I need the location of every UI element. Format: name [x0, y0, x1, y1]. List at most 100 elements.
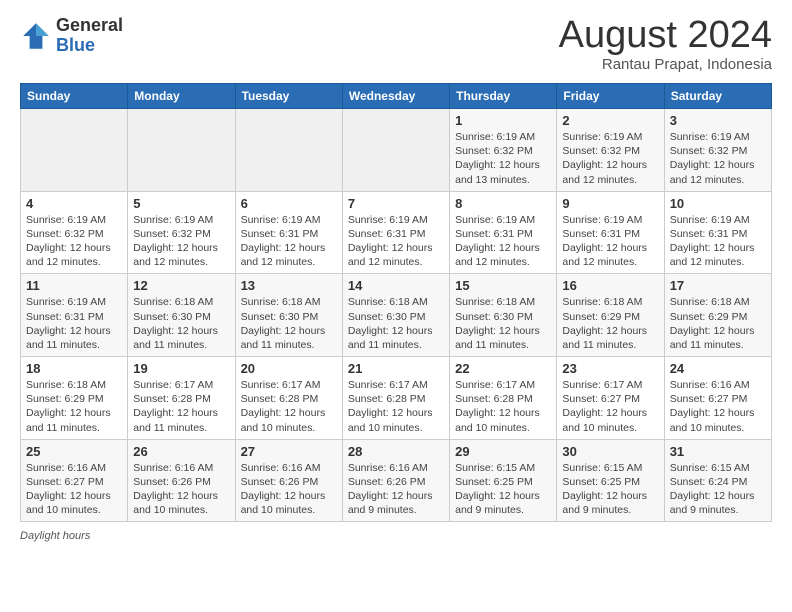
logo-icon	[20, 20, 52, 52]
day-number: 10	[670, 196, 766, 211]
header: General Blue August 2024 Rantau Prapat, …	[20, 16, 772, 73]
table-row: 17 Sunrise: 6:18 AM Sunset: 6:29 PM Dayli…	[664, 274, 771, 357]
footer-daylight-label: Daylight hours	[20, 530, 90, 542]
table-row: 29Sunrise: 6:15 AM Sunset: 6:25 PM Dayli…	[450, 439, 557, 522]
header-thursday: Thursday	[450, 84, 557, 109]
calendar-week-row: 11Sunrise: 6:19 AM Sunset: 6:31 PM Dayli…	[21, 274, 772, 357]
table-row: 13 Sunrise: 6:18 AM Sunset: 6:30 PM Dayli…	[235, 274, 342, 357]
day-info: Sunrise: 6:17 AM Sunset: 6:28 PM Dayligh…	[241, 378, 337, 435]
day-info: Sunrise: 6:19 AM Sunset: 6:32 PM Dayligh…	[26, 213, 122, 270]
calendar-week-row: 18Sunrise: 6:18 AM Sunset: 6:29 PM Dayli…	[21, 357, 772, 440]
day-number: 4	[26, 196, 122, 211]
day-info: Sunrise: 6:19 AM Sunset: 6:31 PM Dayligh…	[562, 213, 658, 270]
day-info: Sunrise: 6:16 AM Sunset: 6:26 PM Dayligh…	[133, 461, 229, 518]
table-row: 2Sunrise: 6:19 AM Sunset: 6:32 PM Daylig…	[557, 109, 664, 192]
day-info: Sunrise: 6:17 AM Sunset: 6:28 PM Dayligh…	[348, 378, 444, 435]
day-info: Sunrise: 6:17 AM Sunset: 6:28 PM Dayligh…	[455, 378, 551, 435]
day-number: 9	[562, 196, 658, 211]
day-info: Sunrise: 6:19 AM Sunset: 6:32 PM Dayligh…	[133, 213, 229, 270]
day-info: Sunrise: 6:19 AM Sunset: 6:32 PM Dayligh…	[562, 130, 658, 187]
day-info: Sunrise: 6:18 AM Sunset: 6:30 PM Dayligh…	[455, 295, 551, 352]
day-info: Sunrise: 6:19 AM Sunset: 6:32 PM Dayligh…	[455, 130, 551, 187]
table-row: 23Sunrise: 6:17 AM Sunset: 6:27 PM Dayli…	[557, 357, 664, 440]
day-number: 5	[133, 196, 229, 211]
day-number: 27	[241, 444, 337, 459]
day-info: Sunrise: 6:16 AM Sunset: 6:27 PM Dayligh…	[26, 461, 122, 518]
day-info: Sunrise: 6:19 AM Sunset: 6:31 PM Dayligh…	[670, 213, 766, 270]
day-number: 17	[670, 278, 766, 293]
day-number: 6	[241, 196, 337, 211]
table-row: 22 Sunrise: 6:17 AM Sunset: 6:28 PM Dayli…	[450, 357, 557, 440]
day-number: 25	[26, 444, 122, 459]
calendar-subtitle: Rantau Prapat, Indonesia	[559, 56, 772, 73]
table-row: 20 Sunrise: 6:17 AM Sunset: 6:28 PM Dayli…	[235, 357, 342, 440]
day-info: Sunrise: 6:19 AM Sunset: 6:31 PM Dayligh…	[348, 213, 444, 270]
day-number: 26	[133, 444, 229, 459]
page: General Blue August 2024 Rantau Prapat, …	[0, 0, 792, 612]
table-row: 21 Sunrise: 6:17 AM Sunset: 6:28 PM Dayli…	[342, 357, 449, 440]
logo-general-text: General	[56, 16, 123, 36]
calendar-table: Sunday Monday Tuesday Wednesday Thursday…	[20, 83, 772, 522]
logo: General Blue	[20, 16, 123, 56]
day-number: 22	[455, 361, 551, 376]
day-number: 1	[455, 113, 551, 128]
table-row: 3 Sunrise: 6:19 AM Sunset: 6:32 PM Daylig…	[664, 109, 771, 192]
day-info: Sunrise: 6:18 AM Sunset: 6:30 PM Dayligh…	[241, 295, 337, 352]
day-info: Sunrise: 6:16 AM Sunset: 6:27 PM Dayligh…	[670, 378, 766, 435]
day-info: Sunrise: 6:18 AM Sunset: 6:30 PM Dayligh…	[348, 295, 444, 352]
day-info: Sunrise: 6:17 AM Sunset: 6:27 PM Dayligh…	[562, 378, 658, 435]
header-tuesday: Tuesday	[235, 84, 342, 109]
day-info: Sunrise: 6:15 AM Sunset: 6:25 PM Dayligh…	[455, 461, 551, 518]
table-row: 12Sunrise: 6:18 AM Sunset: 6:30 PM Dayli…	[128, 274, 235, 357]
table-row: 5 Sunrise: 6:19 AM Sunset: 6:32 PM Daylig…	[128, 191, 235, 274]
table-row: 10 Sunrise: 6:19 AM Sunset: 6:31 PM Dayli…	[664, 191, 771, 274]
day-info: Sunrise: 6:19 AM Sunset: 6:31 PM Dayligh…	[241, 213, 337, 270]
table-row: 14 Sunrise: 6:18 AM Sunset: 6:30 PM Dayli…	[342, 274, 449, 357]
day-number: 20	[241, 361, 337, 376]
table-row: 19Sunrise: 6:17 AM Sunset: 6:28 PM Dayli…	[128, 357, 235, 440]
table-row: 25 Sunrise: 6:16 AM Sunset: 6:27 PM Dayli…	[21, 439, 128, 522]
day-info: Sunrise: 6:18 AM Sunset: 6:29 PM Dayligh…	[670, 295, 766, 352]
day-info: Sunrise: 6:16 AM Sunset: 6:26 PM Dayligh…	[241, 461, 337, 518]
header-monday: Monday	[128, 84, 235, 109]
day-number: 31	[670, 444, 766, 459]
day-info: Sunrise: 6:19 AM Sunset: 6:32 PM Dayligh…	[670, 130, 766, 187]
title-block: August 2024 Rantau Prapat, Indonesia	[559, 16, 772, 73]
table-row: 1 Sunrise: 6:19 AM Sunset: 6:32 PM Daylig…	[450, 109, 557, 192]
header-friday: Friday	[557, 84, 664, 109]
day-number: 8	[455, 196, 551, 211]
logo-blue-text: Blue	[56, 36, 123, 56]
day-info: Sunrise: 6:17 AM Sunset: 6:28 PM Dayligh…	[133, 378, 229, 435]
table-row: 27 Sunrise: 6:16 AM Sunset: 6:26 PM Dayli…	[235, 439, 342, 522]
calendar-header-row: Sunday Monday Tuesday Wednesday Thursday…	[21, 84, 772, 109]
day-number: 15	[455, 278, 551, 293]
table-row	[21, 109, 128, 192]
table-row: 7Sunrise: 6:19 AM Sunset: 6:31 PM Daylig…	[342, 191, 449, 274]
day-number: 13	[241, 278, 337, 293]
day-number: 21	[348, 361, 444, 376]
table-row: 9 Sunrise: 6:19 AM Sunset: 6:31 PM Daylig…	[557, 191, 664, 274]
day-number: 14	[348, 278, 444, 293]
calendar-week-row: 1 Sunrise: 6:19 AM Sunset: 6:32 PM Daylig…	[21, 109, 772, 192]
table-row	[128, 109, 235, 192]
calendar-week-row: 4 Sunrise: 6:19 AM Sunset: 6:32 PM Daylig…	[21, 191, 772, 274]
day-number: 18	[26, 361, 122, 376]
day-number: 16	[562, 278, 658, 293]
footer: Daylight hours	[20, 530, 772, 542]
table-row: 24 Sunrise: 6:16 AM Sunset: 6:27 PM Dayli…	[664, 357, 771, 440]
table-row	[235, 109, 342, 192]
logo-text: General Blue	[56, 16, 123, 56]
day-info: Sunrise: 6:18 AM Sunset: 6:30 PM Dayligh…	[133, 295, 229, 352]
calendar-title: August 2024	[559, 16, 772, 54]
header-sunday: Sunday	[21, 84, 128, 109]
day-info: Sunrise: 6:16 AM Sunset: 6:26 PM Dayligh…	[348, 461, 444, 518]
day-number: 30	[562, 444, 658, 459]
table-row: 30 Sunrise: 6:15 AM Sunset: 6:25 PM Dayli…	[557, 439, 664, 522]
day-number: 24	[670, 361, 766, 376]
table-row: 4 Sunrise: 6:19 AM Sunset: 6:32 PM Daylig…	[21, 191, 128, 274]
table-row: 31Sunrise: 6:15 AM Sunset: 6:24 PM Dayli…	[664, 439, 771, 522]
day-number: 3	[670, 113, 766, 128]
day-info: Sunrise: 6:15 AM Sunset: 6:25 PM Dayligh…	[562, 461, 658, 518]
table-row: 26 Sunrise: 6:16 AM Sunset: 6:26 PM Dayli…	[128, 439, 235, 522]
table-row: 11Sunrise: 6:19 AM Sunset: 6:31 PM Dayli…	[21, 274, 128, 357]
